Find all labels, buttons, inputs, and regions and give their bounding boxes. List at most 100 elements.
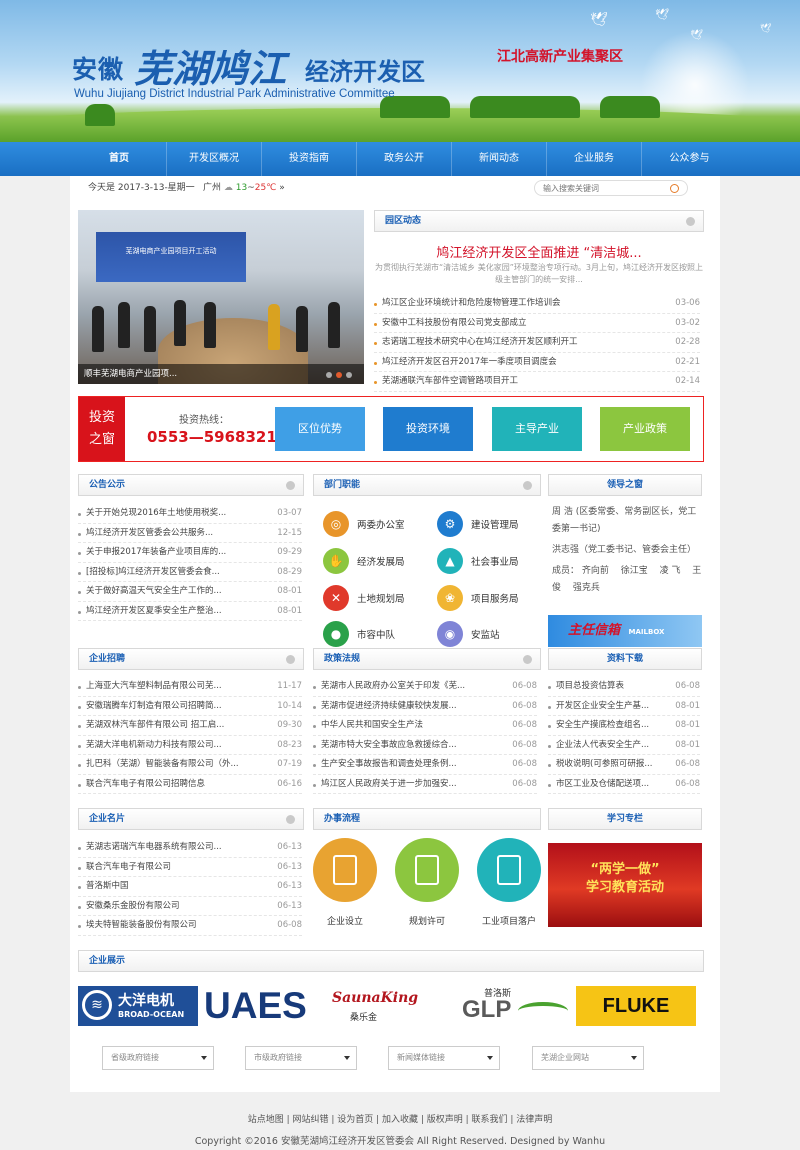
location-advantage-button[interactable]: 区位优势 <box>275 407 365 451</box>
list-item[interactable]: 芜湖市促进经济持续健康较快发展... 06-08 <box>313 697 537 716</box>
list-item[interactable]: 联合汽车电子有限公司招聘信息 06-16 <box>78 775 302 794</box>
document-icon <box>415 855 439 885</box>
process-header: 办事流程 <box>313 808 541 830</box>
dept-item[interactable]: ▲ 社会事业局 <box>437 546 547 576</box>
list-item[interactable]: 志诺瑞工程技术研究中心在鸠江经济开发区顺利开工 02-28 <box>374 333 700 353</box>
list-item[interactable]: 芜湖大洋电机新动力科技有限公司... 08-23 <box>78 736 302 755</box>
news-carousel[interactable]: 芜湖电商产业园项目开工活动 顺丰芜湖电商产业园项... <box>78 210 364 384</box>
fluke-logo[interactable]: FLUKE <box>576 986 696 1026</box>
carousel-dot[interactable] <box>326 372 332 378</box>
list-item[interactable]: [招投标]鸠江经济开发区管委会食... 08-29 <box>78 563 302 582</box>
list-item[interactable]: 税收说明(可参照可研报... 06-08 <box>548 755 700 775</box>
list-item[interactable]: 芜湖双林汽车部件有限公司 招工启... 09-30 <box>78 716 302 736</box>
nav-news[interactable]: 新闻动态 <box>452 142 547 176</box>
nav-overview[interactable]: 开发区概况 <box>167 142 262 176</box>
dept-item[interactable]: ◉ 安监站 <box>437 619 547 649</box>
nav-enterprise-service[interactable]: 企业服务 <box>547 142 642 176</box>
list-item[interactable]: 中华人民共和国安全生产法 06-08 <box>313 716 537 736</box>
dept-item[interactable]: ⚙ 建设管理局 <box>437 509 547 539</box>
leader-members[interactable]: 成员： 齐向前 徐江宝 凌 飞 王 俊 强克兵 <box>552 563 702 597</box>
more-icon[interactable] <box>523 655 532 664</box>
leader-line[interactable]: 周 浩 (区委常委、常务副区长，党工委第一书记) <box>552 504 702 538</box>
process-label[interactable]: 企业设立 <box>305 914 385 927</box>
dept-item[interactable]: ◎ 两委办公室 <box>323 509 433 539</box>
more-icon[interactable] <box>523 481 532 490</box>
list-item[interactable]: 鸠江区人民政府关于进一步加强安... 06-08 <box>313 775 537 794</box>
nav-investment-guide[interactable]: 投资指南 <box>262 142 357 176</box>
industry-policy-button[interactable]: 产业政策 <box>600 407 690 451</box>
list-item[interactable]: 鸠江经济开发区夏季安全生产整治... 08-01 <box>78 602 302 621</box>
project-settle-icon[interactable] <box>477 838 541 902</box>
list-item[interactable]: 埃夫特智能装备股份有限公司 06-08 <box>78 916 302 936</box>
list-item[interactable]: 开发区企业安全生产基... 08-01 <box>548 697 700 716</box>
policy-item-title: 芜湖市特大安全事故应急救援综合... <box>321 739 457 750</box>
provincial-gov-select[interactable]: 省级政府链接 <box>102 1046 214 1070</box>
more-icon[interactable] <box>286 655 295 664</box>
list-item[interactable]: 项目总投资估算表 06-08 <box>548 677 700 697</box>
dept-item[interactable]: ● 市容中队 <box>323 619 433 649</box>
list-item[interactable]: 安徽瑞腾车灯制造有限公司招聘简... 10-14 <box>78 697 302 716</box>
dept-item[interactable]: ✕ 土地规划局 <box>323 583 433 613</box>
leader-line[interactable]: 洪志强（党工委书记、管委会主任） <box>552 542 702 559</box>
nav-government-affairs[interactable]: 政务公开 <box>357 142 452 176</box>
park-news-headline[interactable]: 鸠江经济开发区全面推进 “清洁城... <box>374 242 704 261</box>
director-mailbox-banner[interactable]: 主任信箱 MAILBOX <box>548 615 702 647</box>
list-item[interactable]: 生产安全事故报告和调查处理条例... 06-08 <box>313 755 537 775</box>
news-media-select[interactable]: 新闻媒体链接 <box>388 1046 500 1070</box>
glp-logo[interactable]: 普洛斯 GLP <box>462 986 572 1026</box>
planning-permit-icon[interactable] <box>395 838 459 902</box>
weather-more-arrow[interactable]: » <box>279 183 285 193</box>
dept-item[interactable]: ✋ 经济发展局 <box>323 546 433 576</box>
list-item[interactable]: 关于申报2017年装备产业项目库的... 09-29 <box>78 543 302 563</box>
search-icon[interactable] <box>670 184 679 193</box>
nav-home[interactable]: 首页 <box>72 142 167 176</box>
list-item[interactable]: 市区工业及仓储配送项... 06-08 <box>548 775 700 794</box>
companies-header: 企业名片 <box>78 808 304 830</box>
list-item[interactable]: 上海亚大汽车塑料制品有限公司芜... 11-17 <box>78 677 302 697</box>
more-icon[interactable] <box>686 217 695 226</box>
process-label[interactable]: 工业项目落户 <box>469 914 549 927</box>
investment-environment-button[interactable]: 投资环境 <box>383 407 473 451</box>
park-news-title: 园区动态 <box>385 216 422 226</box>
list-item[interactable]: 鸠江经济开发区管委会公共服务... 12-15 <box>78 524 302 543</box>
list-item[interactable]: 联合汽车电子有限公司 06-13 <box>78 858 302 877</box>
list-item[interactable]: 企业法人代表安全生产... 08-01 <box>548 736 700 755</box>
list-item[interactable]: 芜湖市特大安全事故应急救援综合... 06-08 <box>313 736 537 755</box>
uaes-logo[interactable]: UAES <box>204 986 322 1026</box>
list-item[interactable]: 鸠江经济开发区召开2017年一季度项目调度会 02-21 <box>374 353 700 372</box>
more-icon[interactable] <box>286 481 295 490</box>
list-item[interactable]: 安徽中工科技股份有限公司党支部成立 03-02 <box>374 314 700 333</box>
leading-industry-button[interactable]: 主导产业 <box>492 407 582 451</box>
broad-ocean-logo[interactable]: ≋ 大洋电机 BROAD-OCEAN <box>78 986 198 1026</box>
dept-item[interactable]: ❀ 项目服务局 <box>437 583 547 613</box>
process-label[interactable]: 规划许可 <box>387 914 467 927</box>
broad-ocean-mark-icon: ≋ <box>82 990 112 1020</box>
municipal-gov-select[interactable]: 市级政府链接 <box>245 1046 357 1070</box>
carousel-dot[interactable] <box>336 372 342 378</box>
list-item[interactable]: 扎巴科（芜湖）智能装备有限公司（外... 07-19 <box>78 755 302 775</box>
search-input[interactable] <box>543 182 663 194</box>
list-item[interactable]: 关于开始兑现2016年土地使用税奖... 03-07 <box>78 504 302 524</box>
info-bar: 今天是 2017-3-13-星期一 广州 ☁ 13~25℃ » <box>70 176 720 200</box>
study-banner[interactable]: “两学一做” 学习教育活动 <box>548 843 702 927</box>
list-item[interactable]: 芜湖通联汽车部件空调管路项目开工 02-14 <box>374 372 700 392</box>
list-item[interactable]: 安徽桑乐金股份有限公司 06-13 <box>78 897 302 916</box>
list-item[interactable]: 芜湖市人民政府办公室关于印发《芜... 06-08 <box>313 677 537 697</box>
list-item[interactable]: 关于做好高温天气安全生产工作的... 08-01 <box>78 582 302 602</box>
nav-public-participation[interactable]: 公众参与 <box>642 142 737 176</box>
saunaking-logo[interactable]: SaunaKing 桑乐金 <box>332 986 428 1026</box>
dept-label: 项目服务局 <box>471 594 519 605</box>
company-item-date: 06-13 <box>277 861 302 872</box>
list-item[interactable]: 安全生产摸底检查组名... 08-01 <box>548 716 700 736</box>
list-item[interactable]: 芜湖志诺瑞汽车电器系统有限公司... 06-13 <box>78 838 302 858</box>
company-setup-icon[interactable] <box>313 838 377 902</box>
carousel-dot[interactable] <box>346 372 352 378</box>
carousel-caption[interactable]: 顺丰芜湖电商产业园项... <box>78 364 364 384</box>
list-item[interactable]: 鸠江区企业环境统计和危险废物管理工作培训会 03-06 <box>374 294 700 314</box>
footer-links[interactable]: 站点地图 | 网站纠错 | 设为首页 | 加入收藏 | 版权声明 | 联系我们 … <box>0 1112 800 1125</box>
download-item-title: 开发区企业安全生产基... <box>556 700 650 711</box>
download-item-title: 项目总投资估算表 <box>556 681 625 691</box>
list-item[interactable]: 普洛斯中国 06-13 <box>78 877 302 897</box>
wuhu-enterprise-select[interactable]: 芜湖企业网站 <box>532 1046 644 1070</box>
more-icon[interactable] <box>286 815 295 824</box>
